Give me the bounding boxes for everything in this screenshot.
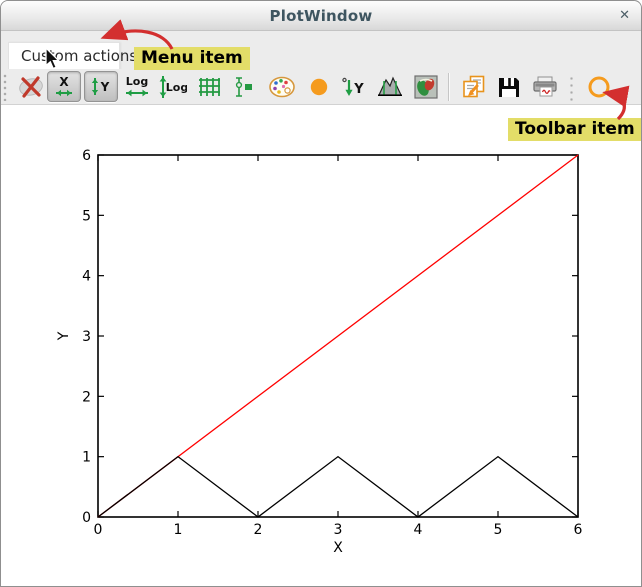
x-tick-label: 3 — [334, 522, 343, 538]
circle-outline-icon — [587, 75, 611, 99]
printer-icon — [532, 76, 558, 98]
y-tick-label: 0 — [82, 510, 91, 526]
y-tick-label: 1 — [82, 450, 91, 466]
y-axis-range-icon: Y — [88, 74, 114, 99]
svg-text:Log: Log — [126, 75, 148, 88]
svg-text:Y: Y — [100, 80, 110, 94]
axes-style-button[interactable] — [233, 76, 255, 102]
svg-text:Y: Y — [353, 82, 364, 97]
plot-canvas[interactable]: 0 1 2 3 4 5 6 0 1 2 3 4 5 6 X Y — [1, 105, 642, 587]
x-tick-label: 5 — [494, 522, 503, 538]
x-tick-label: 0 — [94, 522, 103, 538]
y-axis-range-button[interactable]: Y — [84, 71, 118, 102]
save-button[interactable] — [498, 76, 520, 102]
levels-icon — [233, 76, 255, 98]
toolbar-separator — [448, 73, 450, 101]
toolbar-drag-handle[interactable] — [3, 73, 7, 101]
y-tick-label: 2 — [82, 389, 91, 405]
menu-item-custom-actions[interactable]: Custom actions — [8, 42, 120, 70]
log-x-icon: Log — [123, 74, 151, 100]
copy-to-clipboard-button[interactable] — [462, 75, 486, 103]
item-parameters-button[interactable] — [269, 76, 296, 102]
svg-text:Log: Log — [166, 81, 187, 94]
red-cross-icon — [18, 75, 44, 99]
circle-tool-button[interactable] — [587, 75, 611, 103]
x-tick-label: 4 — [414, 522, 423, 538]
apply-to-y-button[interactable]: Y — [340, 76, 366, 102]
title-bar[interactable]: PlotWindow ✕ — [1, 1, 641, 31]
y-tick-label: 5 — [82, 208, 91, 224]
toolbar-dotted-separator — [570, 73, 573, 101]
x-tick-label: 1 — [174, 522, 183, 538]
curve-stats-icon — [377, 76, 403, 98]
y-tick-label: 6 — [82, 148, 91, 164]
y-axis-label: Y — [56, 331, 72, 341]
y-tick-label: 3 — [82, 329, 91, 345]
x-tick-label: 6 — [574, 522, 583, 538]
y-tick-label: 4 — [82, 269, 91, 285]
window-title: PlotWindow — [1, 1, 641, 31]
x-axis-range-icon: X — [51, 74, 77, 99]
image-icon — [414, 75, 438, 99]
plot-window: PlotWindow ✕ Custom actions X Y — [0, 0, 642, 587]
x-axis-label: X — [333, 540, 343, 556]
toolbar: X Y Log Log — [1, 69, 641, 105]
delete-free-region-button[interactable] — [18, 75, 44, 103]
palette-icon — [269, 76, 296, 98]
menu-item-callout: Menu item — [134, 47, 250, 70]
toolbar-item-callout: Toolbar item — [508, 118, 642, 141]
menu-bar: Custom actions — [1, 31, 641, 69]
grid-icon — [198, 77, 220, 97]
clipboard-icon — [462, 75, 486, 99]
x-axis-range-button[interactable]: X — [47, 71, 81, 102]
x-tick-label: 2 — [254, 522, 263, 538]
log-y-icon: Log — [157, 74, 187, 100]
plot-area[interactable]: 0 1 2 3 4 5 6 0 1 2 3 4 5 6 X Y — [1, 105, 641, 586]
svg-text:X: X — [59, 75, 69, 89]
close-button[interactable]: ✕ — [619, 1, 630, 31]
log-y-button[interactable]: Log — [157, 74, 187, 104]
log-x-button[interactable]: Log — [123, 74, 151, 104]
print-button[interactable] — [532, 76, 558, 102]
image-settings-button[interactable] — [414, 75, 438, 103]
save-icon — [498, 76, 520, 98]
down-arrow-y-icon: Y — [340, 76, 366, 98]
orange-dot-icon — [310, 78, 328, 96]
grid-button[interactable] — [198, 77, 220, 101]
curve-stats-button[interactable] — [377, 76, 403, 102]
marker-style-button[interactable] — [310, 78, 328, 100]
